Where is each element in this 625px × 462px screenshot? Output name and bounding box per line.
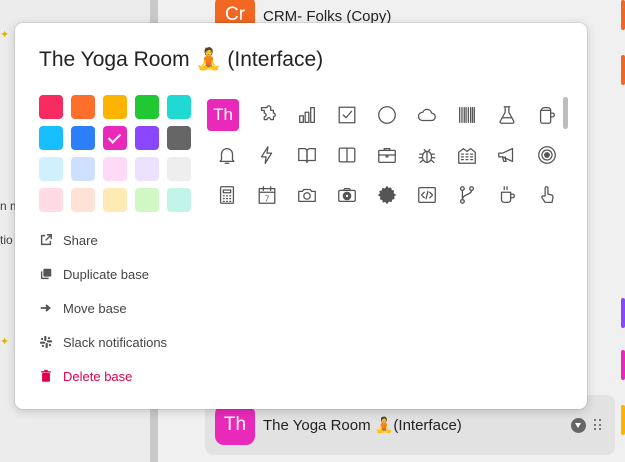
accent-bar bbox=[621, 298, 625, 328]
gear-icon[interactable] bbox=[367, 175, 407, 215]
color-swatch[interactable] bbox=[135, 188, 159, 212]
book-icon[interactable] bbox=[327, 135, 367, 175]
color-swatch[interactable] bbox=[39, 157, 63, 181]
menu-item-label: Duplicate base bbox=[63, 266, 149, 282]
mug-icon[interactable] bbox=[527, 95, 567, 135]
share-icon bbox=[39, 232, 63, 248]
move-base-menu-item[interactable]: Move base bbox=[39, 291, 167, 325]
target-icon[interactable] bbox=[527, 135, 567, 175]
delete-base-menu-item[interactable]: Delete base bbox=[39, 359, 167, 393]
color-swatch[interactable] bbox=[167, 126, 191, 150]
base-settings-popover: The Yoga Room 🧘 (Interface) Th 7 Share D… bbox=[15, 23, 587, 409]
arrow-right-icon bbox=[39, 300, 63, 316]
bug-icon[interactable] bbox=[407, 135, 447, 175]
color-swatches bbox=[39, 95, 191, 212]
truncated-text: tio bbox=[0, 233, 13, 247]
slack-icon bbox=[39, 334, 63, 350]
camera-icon[interactable] bbox=[287, 175, 327, 215]
icon-grid-scrollbar[interactable] bbox=[563, 97, 568, 129]
initials-tile: Th bbox=[207, 99, 239, 131]
color-swatch[interactable] bbox=[167, 95, 191, 119]
duplicate-base-menu-item[interactable]: Duplicate base bbox=[39, 257, 167, 291]
branch-icon[interactable] bbox=[447, 175, 487, 215]
coffee-icon[interactable] bbox=[487, 175, 527, 215]
share-menu-item[interactable]: Share bbox=[39, 223, 167, 257]
hand-pointer-icon[interactable] bbox=[527, 175, 567, 215]
base-tile-yoga[interactable]: Th bbox=[215, 405, 255, 445]
puzzle-icon[interactable] bbox=[247, 95, 287, 135]
initials-tile-option[interactable]: Th bbox=[207, 95, 247, 135]
camera-alt-icon[interactable] bbox=[327, 175, 367, 215]
accent-bar bbox=[621, 350, 625, 380]
calendar-day-text: 7 bbox=[265, 194, 270, 203]
color-swatch[interactable] bbox=[103, 188, 127, 212]
circle-icon[interactable] bbox=[367, 95, 407, 135]
cloud-icon[interactable] bbox=[407, 95, 447, 135]
bolt-icon[interactable] bbox=[247, 135, 287, 175]
color-swatch[interactable] bbox=[39, 188, 63, 212]
drag-handle-icon[interactable] bbox=[594, 419, 602, 431]
bar-chart-icon[interactable] bbox=[287, 95, 327, 135]
color-swatch[interactable] bbox=[167, 188, 191, 212]
base-initials: Th bbox=[223, 414, 247, 435]
open-book-icon[interactable] bbox=[287, 135, 327, 175]
megaphone-icon[interactable] bbox=[487, 135, 527, 175]
accent-bar bbox=[621, 0, 625, 30]
right-accent-strip bbox=[621, 0, 625, 462]
color-swatch[interactable] bbox=[71, 95, 95, 119]
menu-item-label: Slack notifications bbox=[63, 334, 168, 350]
color-swatch[interactable] bbox=[71, 188, 95, 212]
color-swatch-selected[interactable] bbox=[103, 126, 127, 150]
base-name-yoga[interactable]: The Yoga Room 🧘(Interface) bbox=[263, 416, 462, 434]
bell-icon[interactable] bbox=[207, 135, 247, 175]
color-swatch[interactable] bbox=[71, 126, 95, 150]
briefcase-icon[interactable] bbox=[367, 135, 407, 175]
menu-item-label: Delete base bbox=[63, 368, 133, 384]
accent-bar bbox=[621, 405, 625, 435]
calendar-icon[interactable]: 7 bbox=[247, 175, 287, 215]
duplicate-icon bbox=[39, 266, 63, 282]
star-icon: ✦ bbox=[0, 336, 10, 348]
color-swatch[interactable] bbox=[135, 95, 159, 119]
menu-item-label: Share bbox=[63, 232, 98, 248]
barcode-icon[interactable] bbox=[447, 95, 487, 135]
chevron-down-icon[interactable] bbox=[571, 418, 586, 433]
color-swatch[interactable] bbox=[39, 95, 63, 119]
star-icon: ✦ bbox=[0, 29, 10, 41]
color-swatch[interactable] bbox=[135, 157, 159, 181]
checkbox-icon[interactable] bbox=[327, 95, 367, 135]
code-icon[interactable] bbox=[407, 175, 447, 215]
color-swatch[interactable] bbox=[71, 157, 95, 181]
menu-item-label: Move base bbox=[63, 300, 127, 316]
color-swatch[interactable] bbox=[103, 157, 127, 181]
icon-grid: Th 7 bbox=[207, 95, 567, 215]
color-swatch[interactable] bbox=[103, 95, 127, 119]
color-swatch[interactable] bbox=[135, 126, 159, 150]
accent-bar bbox=[621, 55, 625, 85]
flask-icon[interactable] bbox=[487, 95, 527, 135]
calculator-icon[interactable] bbox=[207, 175, 247, 215]
tile-initials: Th bbox=[213, 105, 233, 124]
color-swatch[interactable] bbox=[39, 126, 63, 150]
popover-title[interactable]: The Yoga Room 🧘 (Interface) bbox=[39, 48, 323, 72]
buildings-icon[interactable] bbox=[447, 135, 487, 175]
slack-notifications-menu-item[interactable]: Slack notifications bbox=[39, 325, 167, 359]
color-swatch[interactable] bbox=[167, 157, 191, 181]
base-actions-menu: Share Duplicate base Move base Slack not… bbox=[39, 223, 167, 393]
trash-icon bbox=[39, 368, 63, 384]
